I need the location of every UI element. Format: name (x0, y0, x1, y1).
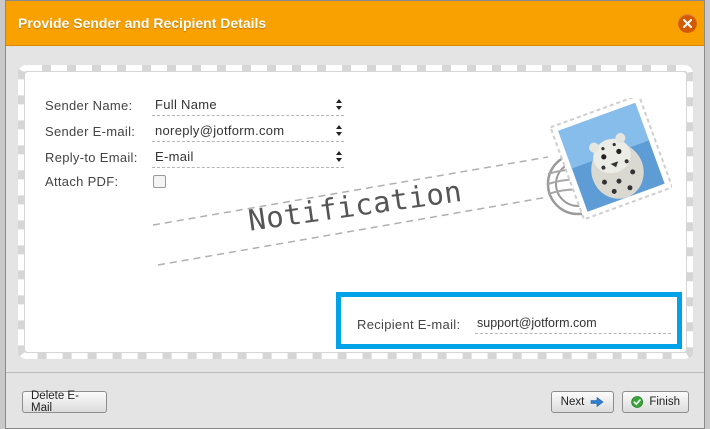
recipient-email-label: Recipient E-mail: (357, 317, 461, 332)
check-circle-icon (631, 396, 644, 408)
recipient-email-input[interactable]: support@jotform.com (475, 313, 671, 334)
finish-label: Finish (649, 396, 680, 408)
attach-pdf-checkbox[interactable] (153, 175, 166, 188)
delete-email-label: Delete E-Mail (31, 390, 79, 414)
sender-name-select[interactable]: Full Name (152, 95, 344, 116)
sender-email-label: Sender E-mail: (45, 124, 136, 139)
recipient-email-value: support@jotform.com (477, 316, 597, 330)
close-button[interactable] (678, 14, 697, 33)
select-arrows-icon (336, 99, 342, 110)
email-wizard-dialog: Provide Sender and Recipient Details Sen… (5, 0, 705, 429)
dialog-title: Provide Sender and Recipient Details (18, 15, 267, 31)
leopard-stamp-icon (546, 98, 672, 221)
dialog-titlebar: Provide Sender and Recipient Details (6, 1, 704, 46)
sender-email-select[interactable]: noreply@jotform.com (152, 121, 344, 142)
reply-to-label: Reply-to Email: (45, 150, 138, 165)
attach-pdf-label: Attach PDF: (45, 174, 119, 189)
delete-email-button[interactable]: Delete E-Mail (22, 390, 107, 414)
footer-divider (6, 372, 704, 373)
next-button[interactable]: Next (551, 391, 614, 413)
recipient-highlight-box: Recipient E-mail: support@jotform.com (336, 292, 682, 349)
close-icon (683, 19, 692, 28)
reply-to-select[interactable]: E-mail (152, 147, 344, 168)
select-arrows-icon (336, 125, 342, 136)
arrow-right-icon (591, 397, 604, 407)
sender-email-value: noreply@jotform.com (155, 123, 285, 138)
reply-to-value: E-mail (155, 149, 194, 164)
envelope-panel: Sender Name: Full Name Sender E-mail: no… (18, 65, 693, 359)
select-arrows-icon (336, 151, 342, 162)
finish-button[interactable]: Finish (622, 391, 689, 413)
next-label: Next (560, 396, 585, 408)
sender-name-value: Full Name (155, 97, 217, 112)
sender-name-label: Sender Name: (45, 98, 133, 113)
